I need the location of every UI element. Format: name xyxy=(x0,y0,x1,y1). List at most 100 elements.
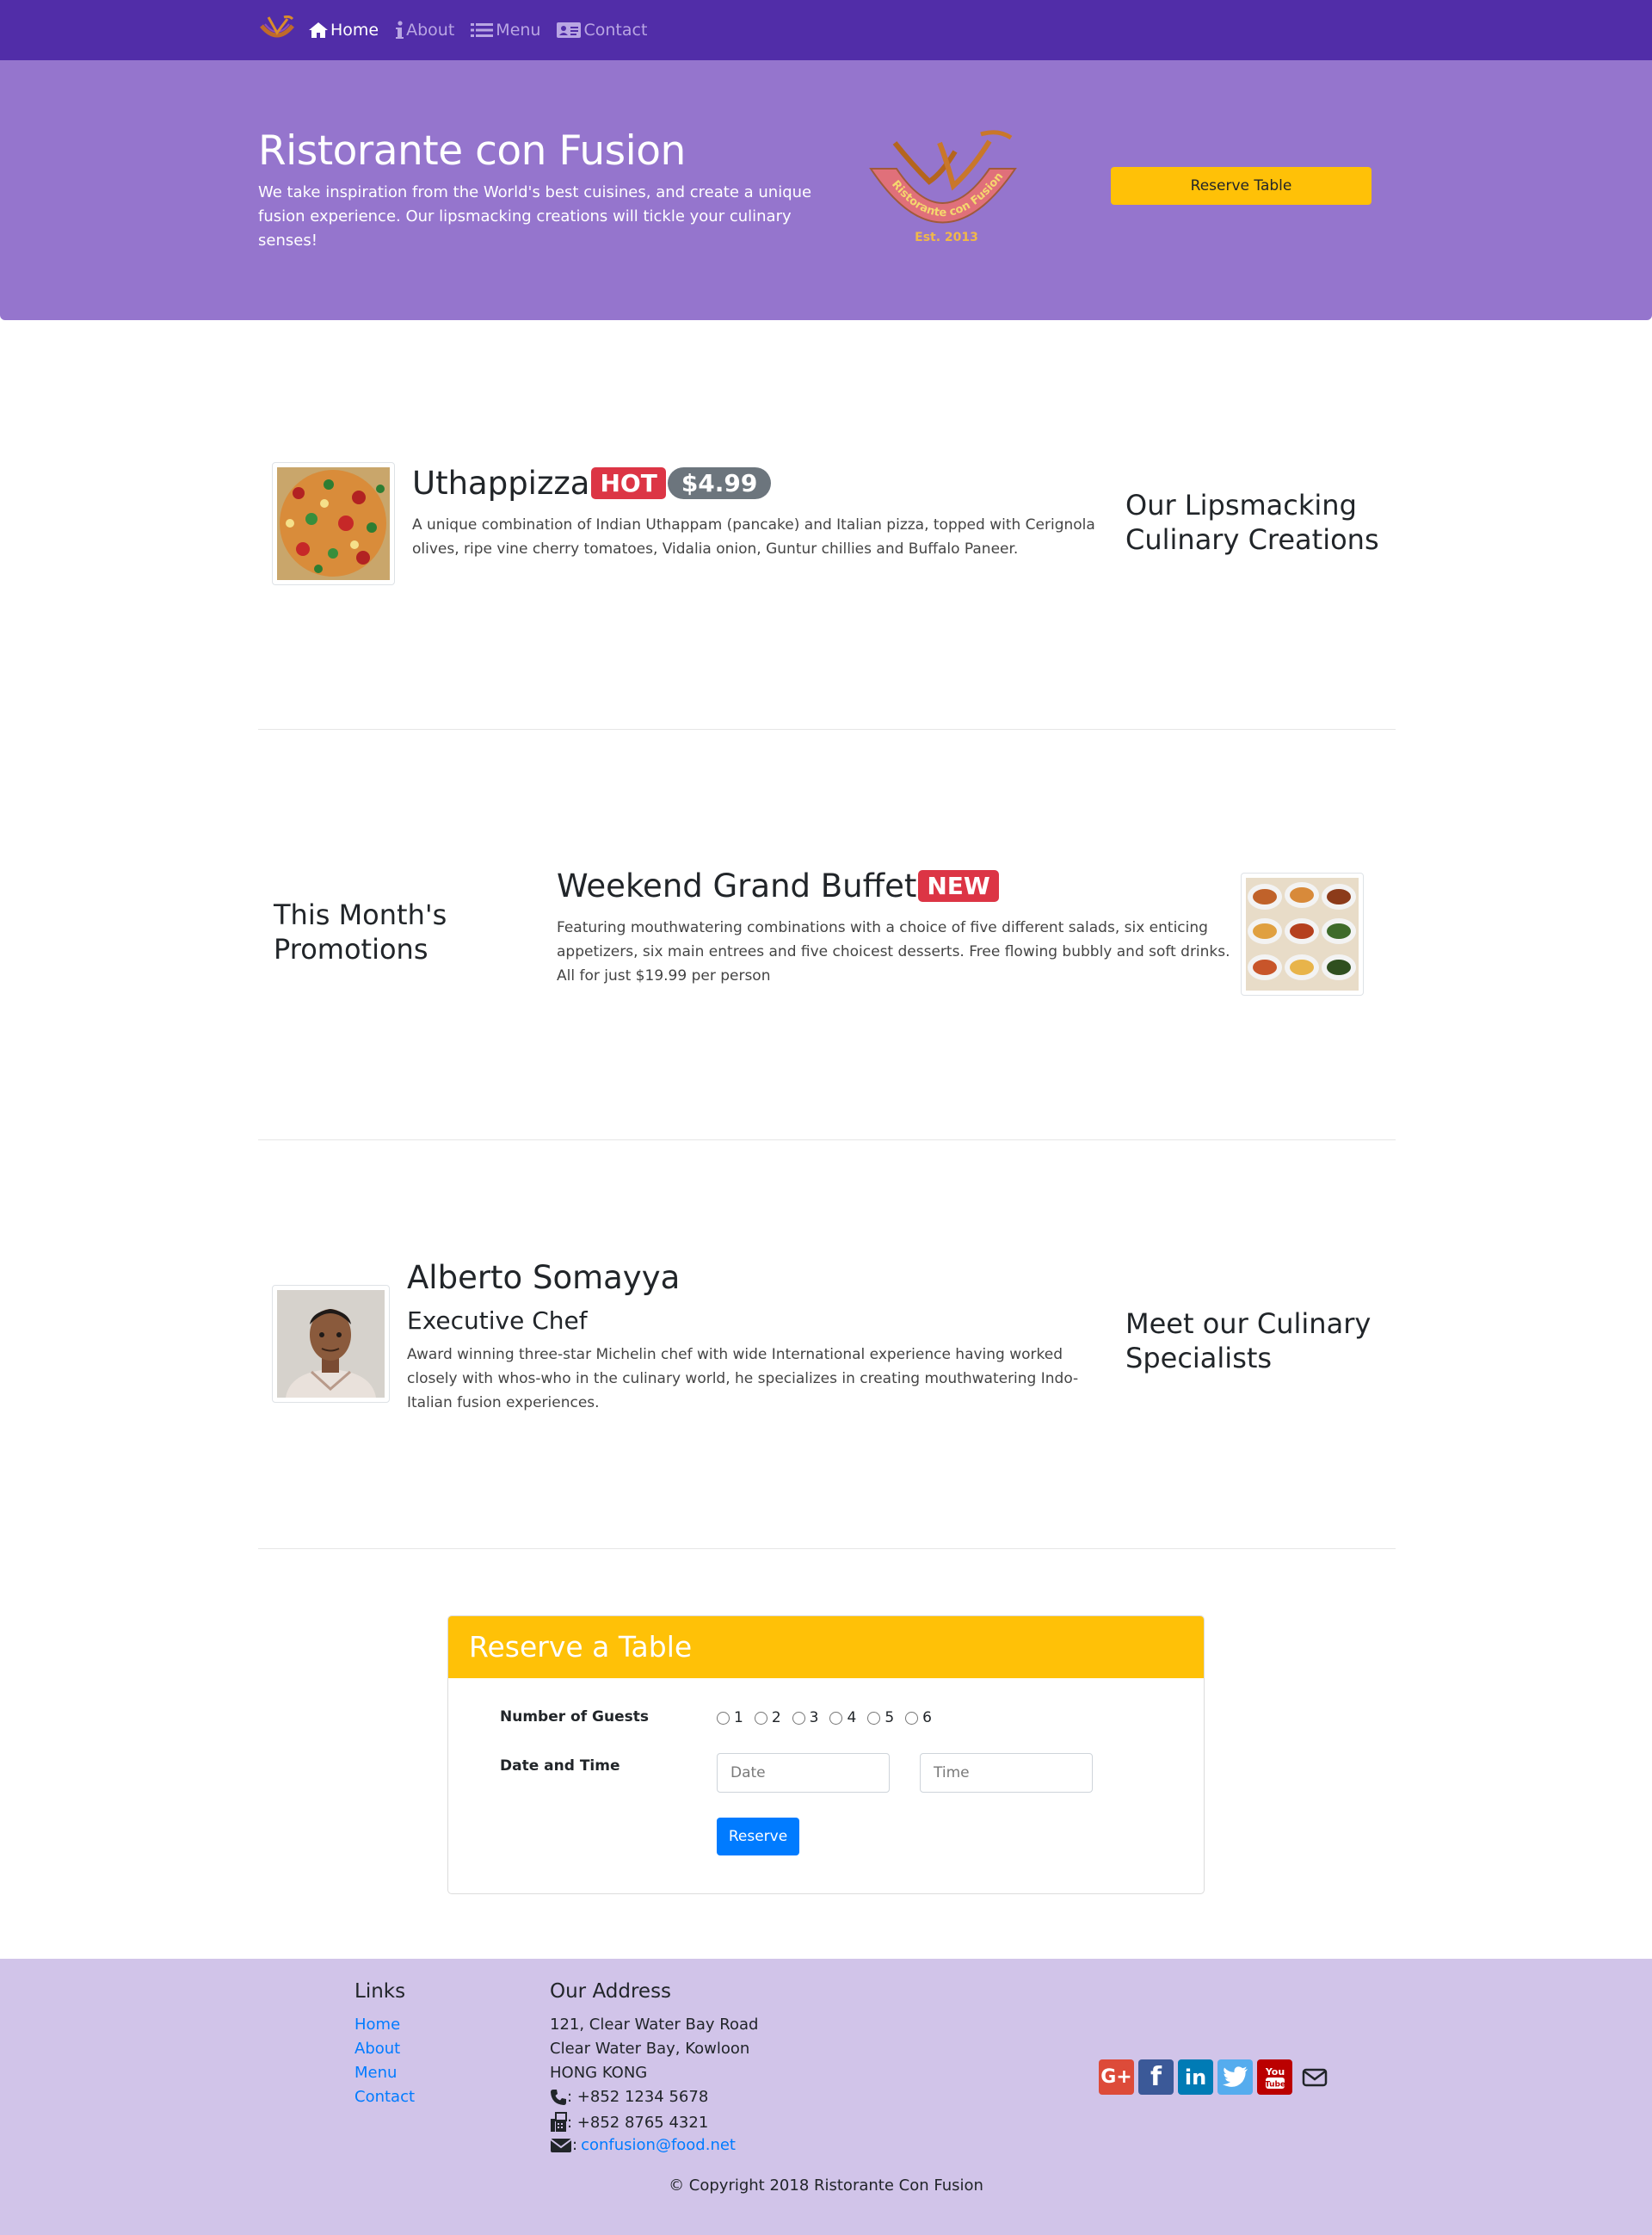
home-icon xyxy=(309,22,328,38)
dish-image xyxy=(272,462,395,585)
address-line-1: 121, Clear Water Bay Road xyxy=(550,2016,759,2034)
footer-address-heading: Our Address xyxy=(550,1980,672,2003)
guest-option-label: 2 xyxy=(771,1709,781,1726)
svg-text:Tube: Tube xyxy=(1264,2080,1285,2089)
hot-badge: HOT xyxy=(591,467,666,499)
footer: Links Home About Menu Contact Our Addres… xyxy=(0,1959,1652,2235)
dish-name: Uthappizza xyxy=(412,465,590,502)
jumbotron: Ristorante con Fusion We take inspiratio… xyxy=(0,60,1652,320)
dish-description: A unique combination of Indian Uthappam … xyxy=(412,516,1095,558)
pizza-image xyxy=(277,467,390,580)
brand-logo-icon[interactable] xyxy=(258,15,296,45)
datetime-label: Date and Time xyxy=(500,1757,620,1775)
fax-line: : +852 8765 4321 xyxy=(550,2112,708,2133)
promotion-description: Featuring mouthwatering combinations wit… xyxy=(557,919,1230,985)
guest-option-label: 1 xyxy=(734,1709,743,1726)
nav-menu-label: Menu xyxy=(496,21,541,40)
svg-text:You: You xyxy=(1264,2066,1284,2078)
nav-home-label: Home xyxy=(330,21,379,40)
footer-link-menu[interactable]: Menu xyxy=(354,2064,397,2082)
radio-button[interactable] xyxy=(792,1711,805,1725)
fax-text: : +852 8765 4321 xyxy=(567,2113,709,2132)
leader-name: Alberto Somayya xyxy=(407,1259,681,1296)
youtube-icon[interactable]: You Tube xyxy=(1257,2059,1292,2095)
reserve-card-title: Reserve a Table xyxy=(469,1630,693,1664)
guest-option-4[interactable]: 4 xyxy=(829,1709,856,1726)
email-link[interactable]: confusion@food.net xyxy=(581,2136,736,2154)
copyright: © Copyright 2018 Ristorante Con Fusion xyxy=(669,2176,983,2195)
fax-icon xyxy=(551,2112,567,2132)
social-buttons: G+ f in You Tube xyxy=(1099,2059,1336,2095)
nav-about[interactable]: About xyxy=(394,21,454,40)
reserve-card-header: Reserve a Table xyxy=(448,1616,1204,1678)
nav-about-label: About xyxy=(406,21,455,40)
nav-menu[interactable]: Menu xyxy=(470,21,540,40)
price-badge: $4.99 xyxy=(667,467,772,499)
guests-label: Number of Guests xyxy=(500,1708,649,1726)
address-card-icon xyxy=(557,22,582,38)
linkedin-icon[interactable]: in xyxy=(1178,2059,1213,2095)
guest-option-2[interactable]: 2 xyxy=(754,1709,781,1726)
radio-button[interactable] xyxy=(867,1711,881,1725)
address-line-2: Clear Water Bay, Kowloon xyxy=(550,2040,750,2058)
email-line: : confusion@food.net xyxy=(550,2136,736,2154)
time-input[interactable] xyxy=(920,1753,1093,1793)
reserve-card: Reserve a Table Number of Guests 1 2 3 4… xyxy=(447,1615,1205,1894)
envelope-icon[interactable] xyxy=(1297,2059,1332,2095)
radio-button[interactable] xyxy=(905,1711,919,1725)
footer-link-home[interactable]: Home xyxy=(354,2016,400,2034)
chef-portrait-image xyxy=(277,1290,385,1398)
promotion-image xyxy=(1241,873,1364,996)
dish-side-heading: Our Lipsmacking Culinary Creations xyxy=(1125,489,1379,556)
section-divider xyxy=(258,1548,1396,1549)
reserve-table-button[interactable]: Reserve Table xyxy=(1111,167,1372,205)
guests-radio-group: 1 2 3 4 5 6 xyxy=(717,1709,943,1726)
nav-contact[interactable]: Contact xyxy=(556,21,647,40)
nav-home[interactable]: Home xyxy=(308,21,379,40)
restaurant-logo-icon: Ristorante con Fusion Est. 2013 xyxy=(869,130,1017,244)
google-plus-icon[interactable]: G+ xyxy=(1099,2059,1134,2095)
phone-text: : +852 1234 5678 xyxy=(567,2088,709,2106)
buffet-image xyxy=(1246,878,1359,991)
logo-est-text: Est. 2013 xyxy=(915,231,978,244)
new-badge: NEW xyxy=(918,870,999,902)
guest-option-label: 5 xyxy=(885,1709,895,1726)
leader-image xyxy=(272,1285,390,1403)
envelope-solid-icon xyxy=(550,2138,572,2152)
info-icon xyxy=(396,21,404,39)
guest-option-6[interactable]: 6 xyxy=(905,1709,932,1726)
radio-button[interactable] xyxy=(717,1711,730,1725)
guest-option-1[interactable]: 1 xyxy=(717,1709,743,1726)
guest-option-label: 6 xyxy=(922,1709,932,1726)
date-input[interactable] xyxy=(717,1753,890,1793)
dish-title: Uthappizza HOT $4.99 xyxy=(412,465,772,502)
guest-option-5[interactable]: 5 xyxy=(867,1709,894,1726)
reserve-submit-button[interactable]: Reserve xyxy=(717,1818,799,1855)
promotion-name: Weekend Grand Buffet xyxy=(557,867,917,904)
twitter-icon[interactable] xyxy=(1217,2059,1253,2095)
nav-inner: Home About Menu Contact xyxy=(258,0,663,60)
section-divider xyxy=(258,1139,1396,1140)
promotion-side-heading: This Month's Promotions xyxy=(274,898,447,966)
navbar: Home About Menu Contact xyxy=(0,0,1652,60)
guest-option-label: 3 xyxy=(809,1709,819,1726)
guest-option-label: 4 xyxy=(847,1709,857,1726)
address-line-3: HONG KONG xyxy=(550,2064,648,2082)
phone-line: : +852 1234 5678 xyxy=(550,2088,708,2106)
section-divider xyxy=(258,729,1396,730)
footer-links-heading: Links xyxy=(354,1980,406,2003)
guest-option-3[interactable]: 3 xyxy=(792,1709,819,1726)
radio-button[interactable] xyxy=(829,1711,843,1725)
nav-contact-label: Contact xyxy=(583,21,648,40)
email-prefix: : xyxy=(572,2136,578,2154)
radio-button[interactable] xyxy=(754,1711,767,1725)
jumbotron-text: We take inspiration from the World's bes… xyxy=(258,183,812,250)
list-icon xyxy=(471,23,494,37)
phone-icon xyxy=(551,2089,566,2105)
footer-link-contact[interactable]: Contact xyxy=(354,2088,415,2106)
leader-description: Award winning three-star Michelin chef w… xyxy=(407,1346,1079,1411)
footer-link-about[interactable]: About xyxy=(354,2040,400,2058)
facebook-icon[interactable]: f xyxy=(1138,2059,1174,2095)
leader-designation: Executive Chef xyxy=(407,1306,588,1335)
leader-side-heading: Meet our Culinary Specialists xyxy=(1125,1307,1372,1374)
